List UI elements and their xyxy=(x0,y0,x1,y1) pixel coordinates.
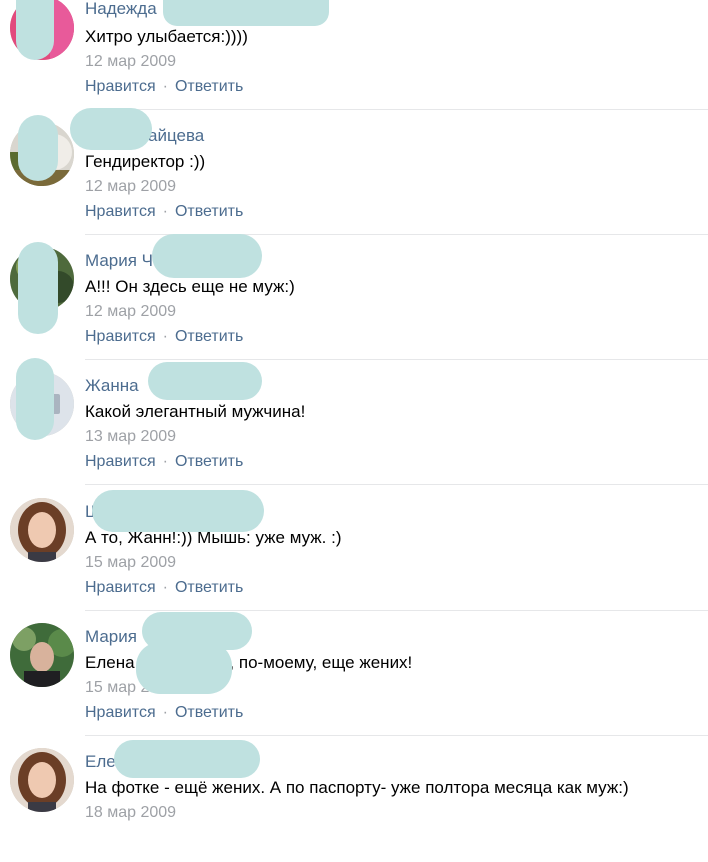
reply-button[interactable]: Ответить xyxy=(175,579,243,596)
redaction-mark xyxy=(16,0,54,60)
reply-button[interactable]: Ответить xyxy=(175,78,243,95)
comment-item: Жанна Какой элегантный мужчина! 13 мар 2… xyxy=(0,360,708,485)
comment-actions: Нравится · Ответить xyxy=(85,78,243,96)
comment-date[interactable]: 12 мар 2009 xyxy=(85,178,176,196)
comment-actions: Нравится · Ответить xyxy=(85,453,243,471)
comment-author[interactable]: Жанна xyxy=(85,376,139,396)
comment-actions: Нравится · Ответить xyxy=(85,203,243,221)
redaction-mark xyxy=(163,0,329,26)
comment-text: Гендиректор :)) xyxy=(85,152,206,171)
redaction-mark xyxy=(18,242,58,334)
comment-author[interactable]: Мария Ч xyxy=(85,251,153,271)
comment-date[interactable]: 12 мар 2009 xyxy=(85,303,176,321)
comment-author[interactable]: айцева xyxy=(148,126,204,146)
comment-text: Елена я, на фотке, по-моему, еще жених! xyxy=(85,653,413,672)
comment-text: На фотке - ещё жених. А по паспорту- уже… xyxy=(85,778,629,797)
divider xyxy=(85,735,708,736)
avatar[interactable] xyxy=(10,498,74,562)
avatar[interactable] xyxy=(10,623,74,687)
comment-item: Надежда Хитро улыбается:)))) 12 мар 2009… xyxy=(0,0,708,110)
comment-item: Мария Ч А!!! Он здесь еще не муж:) 12 ма… xyxy=(0,235,708,360)
like-button[interactable]: Нравится xyxy=(85,453,156,470)
comment-item: Мария Елена я, на фотке, по-моему, еще ж… xyxy=(0,611,708,736)
comment-author[interactable]: Еле xyxy=(85,752,116,772)
separator-dot: · xyxy=(162,579,168,596)
separator-dot: · xyxy=(162,704,168,721)
reply-button[interactable]: Ответить xyxy=(175,704,243,721)
comment-actions: Нравится · Ответить xyxy=(85,579,243,597)
reply-button[interactable]: Ответить xyxy=(175,453,243,470)
redaction-mark xyxy=(114,740,260,778)
like-button[interactable]: Нравится xyxy=(85,579,156,596)
comment-author[interactable]: Надежда xyxy=(85,0,157,19)
divider xyxy=(85,484,708,485)
redaction-mark xyxy=(70,108,152,150)
comment-text: Хитро улыбается:)))) xyxy=(85,27,248,46)
redaction-mark xyxy=(148,362,262,400)
like-button[interactable]: Нравится xyxy=(85,328,156,345)
avatar[interactable] xyxy=(10,748,74,812)
comment-date[interactable]: 12 мар 2009 xyxy=(85,53,176,71)
reply-button[interactable]: Ответить xyxy=(175,328,243,345)
comment-date[interactable]: 13 мар 2009 xyxy=(85,428,176,446)
comment-actions: Нравится · Ответить xyxy=(85,704,243,722)
separator-dot: · xyxy=(162,453,168,470)
comment-date[interactable]: 15 мар 2009 xyxy=(85,554,176,572)
like-button[interactable]: Нравится xyxy=(85,78,156,95)
separator-dot: · xyxy=(162,203,168,220)
comment-actions: Нравится · Ответить xyxy=(85,328,243,346)
comment-date[interactable]: 18 мар 2009 xyxy=(85,804,176,822)
comment-author[interactable]: Мария xyxy=(85,627,137,647)
separator-dot: · xyxy=(162,78,168,95)
comment-item: Еле На фотке - ещё жених. А по паспорту-… xyxy=(0,737,708,862)
redaction-mark xyxy=(16,358,54,440)
like-button[interactable]: Нравится xyxy=(85,704,156,721)
separator-dot: · xyxy=(162,328,168,345)
comment-text: А!!! Он здесь еще не муж:) xyxy=(85,277,295,296)
redaction-mark xyxy=(152,234,262,278)
redaction-mark xyxy=(136,642,232,694)
reply-button[interactable]: Ответить xyxy=(175,203,243,220)
redaction-mark xyxy=(18,115,58,181)
redaction-mark xyxy=(92,490,264,532)
like-button[interactable]: Нравится xyxy=(85,203,156,220)
comment-text: Какой элегантный мужчина! xyxy=(85,402,306,421)
